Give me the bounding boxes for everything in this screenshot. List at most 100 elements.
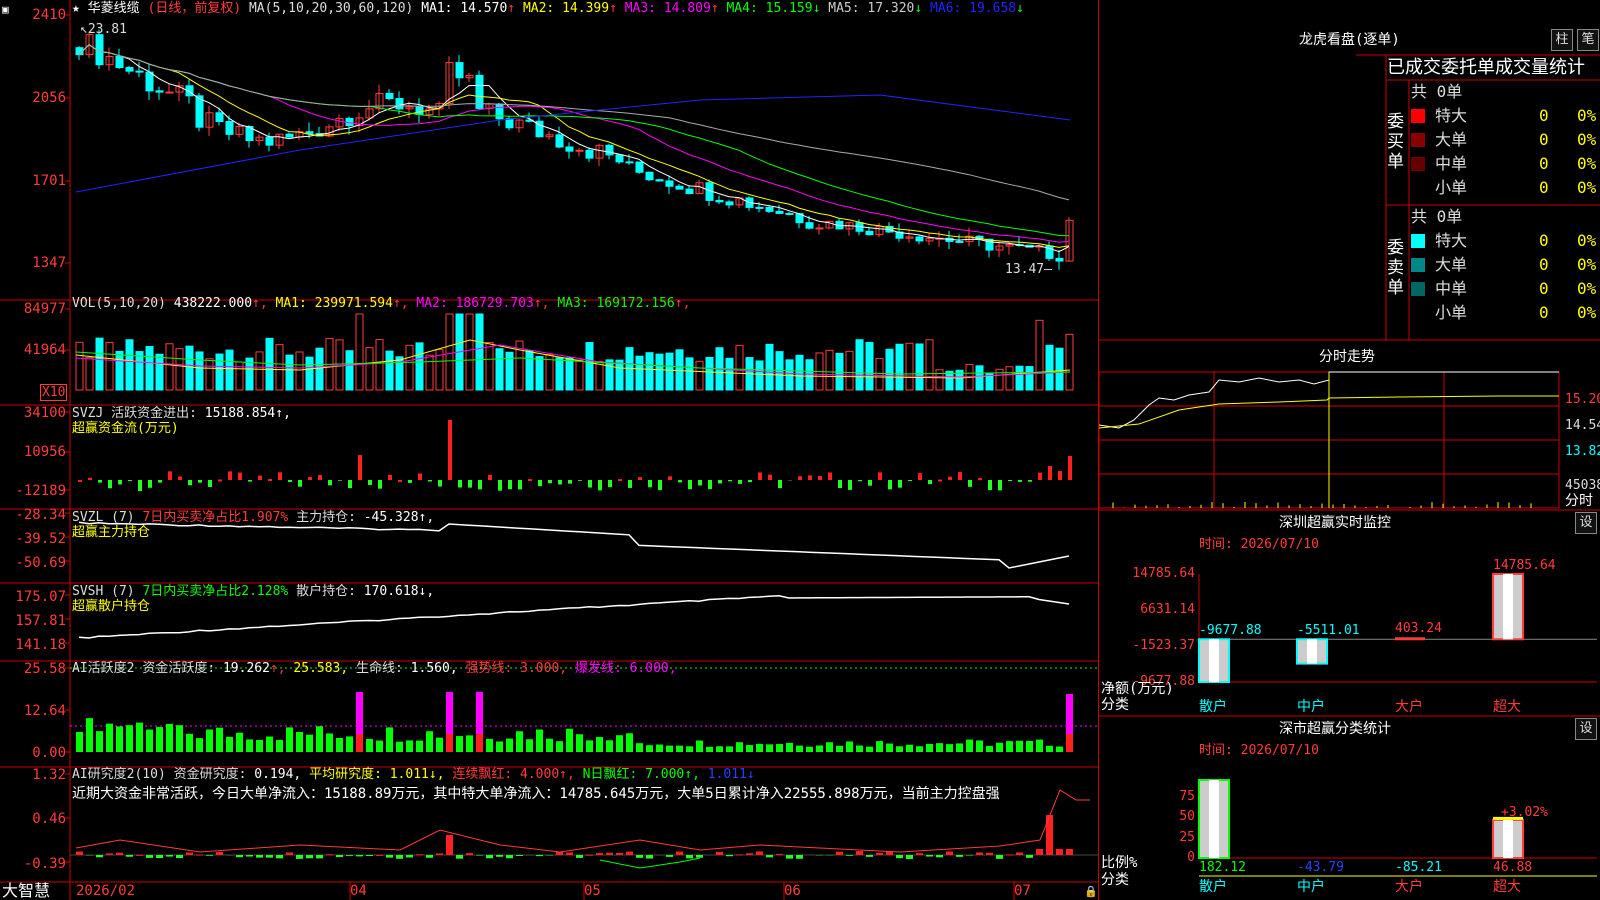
- ai1-bar: [276, 739, 283, 752]
- svzj-bar: [958, 472, 962, 480]
- svzj-bar: [738, 480, 742, 484]
- ai1-bar: [86, 718, 93, 752]
- sell-row-name: 特大: [1435, 231, 1468, 250]
- ai2-bar: [756, 851, 763, 855]
- ai2-bar: [446, 835, 453, 855]
- ai1-bar: [456, 736, 463, 752]
- ai1-bar: [566, 728, 573, 752]
- ai2-bar: [476, 855, 483, 856]
- ai2-bar: [276, 855, 283, 859]
- ma-label: MA1:: [421, 1, 461, 16]
- ai2-bar: [716, 851, 723, 855]
- sz-category-label: 超大: [1493, 699, 1521, 715]
- tick-mode-button[interactable]: 笔: [1577, 29, 1599, 51]
- buy-row-name: 大单: [1435, 130, 1468, 149]
- svzj-bar: [908, 480, 912, 482]
- svzj-bar: [928, 480, 932, 485]
- vol-bar: [225, 349, 234, 391]
- sc-axis-sub: 分类: [1101, 872, 1129, 888]
- buy-row-name: 中单: [1435, 154, 1468, 173]
- svzj-bar: [178, 476, 182, 480]
- sc-y-tick: 50: [1179, 809, 1195, 825]
- svzj-bar: [448, 420, 452, 480]
- vol-bar: [845, 350, 854, 391]
- ai1-bar: [336, 737, 343, 752]
- ai2-bar: [256, 855, 263, 858]
- sz-monitor-title: 深圳超赢实时监控: [1279, 515, 1391, 531]
- ai2-bar: [176, 855, 183, 859]
- vol-bar: [905, 342, 914, 391]
- ai2-bar: [246, 855, 253, 857]
- svzj-bar: [808, 475, 812, 480]
- vol-bar: [145, 346, 154, 391]
- sz-value-label: -5511.01: [1297, 623, 1360, 639]
- buy-side-label: 委买单: [1387, 112, 1404, 172]
- vol-bar: [565, 357, 574, 391]
- y-tick-label: 157.81: [15, 613, 66, 629]
- ai1-bar: [986, 745, 993, 752]
- y-tick-label: 10956: [23, 444, 66, 460]
- ai2-bar: [626, 851, 633, 855]
- ai2-bar: [166, 855, 173, 857]
- svzj-bar: [968, 480, 972, 487]
- ai2-bar: [576, 855, 583, 858]
- svzj-bar: [838, 480, 842, 489]
- vol-bar: [85, 357, 94, 391]
- ai1-bar: [146, 729, 153, 752]
- ai1-bar: [306, 734, 313, 752]
- chart-canvas[interactable]: [0, 0, 1098, 900]
- ai2-bar: [1016, 852, 1023, 855]
- sc-value-label: -43.79: [1297, 860, 1344, 875]
- lhb-title: 龙虎看盘(逐单): [1299, 32, 1400, 48]
- ai2-bar: [316, 855, 323, 859]
- ma-value: 14.809: [663, 1, 711, 16]
- vol-bar: [465, 313, 474, 391]
- ai1-bar-base: [1066, 734, 1073, 752]
- y-tick-label: 1347: [32, 255, 66, 271]
- vol-bar: [475, 313, 484, 391]
- chart-corner-icon[interactable]: ▣: [2, 2, 9, 17]
- ai2-bar: [186, 852, 193, 855]
- vol-bar: [355, 313, 364, 391]
- sc-value-label: -85.21: [1395, 860, 1442, 875]
- kline-chart-area[interactable]: ★ 华菱线缆 (日线，前复权) MA(5,10,20,30,60,120) MA…: [0, 0, 1098, 900]
- vol-bar: [555, 357, 564, 391]
- ai1-bar: [116, 726, 123, 752]
- sc-settings-button[interactable]: 设: [1575, 718, 1597, 740]
- bar-mode-button[interactable]: 柱: [1551, 29, 1573, 51]
- vol-ma-label: MA2:: [408, 296, 456, 311]
- svzj-bar: [428, 480, 432, 482]
- svzj-bar: [718, 480, 722, 484]
- ai1-bar: [936, 743, 943, 752]
- ai1-bar: [426, 731, 433, 752]
- buy-color-square: [1411, 157, 1425, 171]
- vol-ma-value: 169172.156: [596, 296, 675, 311]
- svzj-bar: [708, 480, 712, 490]
- sc-category-label: 中户: [1297, 879, 1325, 895]
- ai2-label2: 平均研究度:: [309, 767, 382, 782]
- ma-line: [78, 44, 1070, 237]
- ai1-bar: [416, 740, 423, 752]
- app-brand[interactable]: 大智慧: [2, 882, 50, 900]
- vol-bar: [415, 342, 424, 391]
- svzj-bar: [208, 480, 212, 487]
- vol-ma-label: MA1:: [275, 296, 315, 311]
- lock-icon[interactable]: 🔒: [1084, 884, 1098, 899]
- ma-title: MA(5,10,20,30,60,120): [248, 1, 414, 16]
- vol-bar: [895, 343, 904, 391]
- vol-bar: [735, 344, 744, 391]
- candle-body: [505, 118, 514, 129]
- fenshi-title[interactable]: 分时走势: [1319, 350, 1375, 365]
- buy-row-pct: 0%: [1577, 106, 1597, 125]
- ai1-bar: [106, 723, 113, 752]
- vol-bar: [1025, 366, 1034, 391]
- sz-settings-button[interactable]: 设: [1575, 512, 1597, 534]
- star-icon[interactable]: ★: [72, 1, 80, 16]
- svzj-bar: [118, 480, 122, 485]
- vol-ma-value: 186729.703: [455, 296, 534, 311]
- vol-bar: [825, 349, 834, 391]
- vol-bar: [495, 348, 504, 391]
- kline-mode[interactable]: (日线，前复权): [148, 1, 242, 16]
- ma-label: MA4:: [718, 1, 766, 16]
- ai2-bar: [96, 855, 103, 858]
